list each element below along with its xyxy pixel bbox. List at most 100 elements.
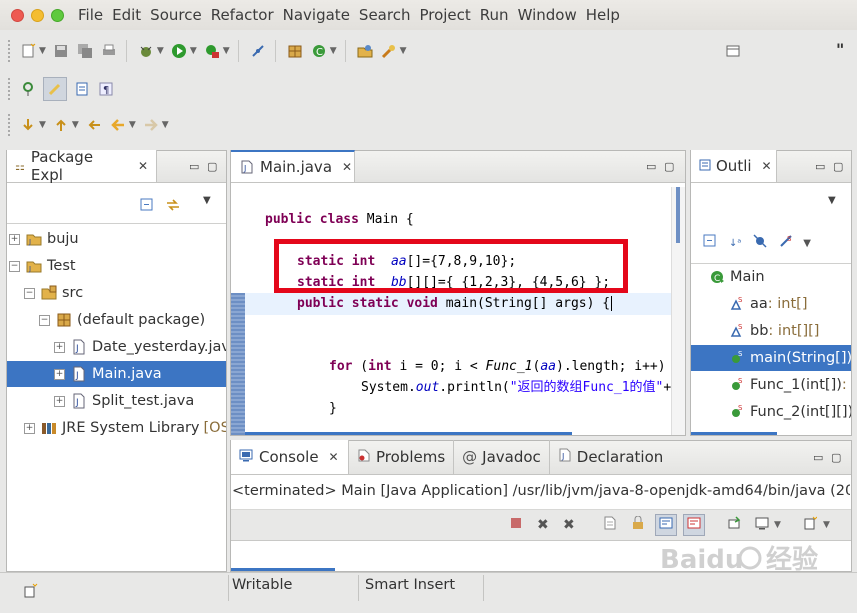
tree-item-jre-library[interactable]: + JRE System Library [OSG	[7, 415, 226, 441]
clear-console-icon[interactable]	[603, 516, 617, 534]
horizontal-scroll-indicator[interactable]	[691, 432, 777, 435]
display-selected-console-icon[interactable]	[755, 516, 769, 534]
close-icon[interactable]: ✕	[762, 159, 772, 173]
back-icon[interactable]	[109, 116, 127, 134]
open-perspective-icon[interactable]	[724, 42, 742, 60]
save-all-icon[interactable]	[76, 42, 94, 60]
maximize-icon[interactable]: ▢	[833, 160, 843, 173]
horizontal-scroll-indicator[interactable]	[231, 568, 335, 571]
debug-icon[interactable]	[137, 42, 155, 60]
outline-item-bb[interactable]: S bb : int[][]	[691, 318, 851, 344]
chevron-down-icon[interactable]: ▼	[190, 46, 197, 56]
tab-console[interactable]: Console ✕	[231, 440, 349, 474]
menu-run[interactable]: Run	[480, 6, 509, 24]
expand-icon[interactable]: +	[54, 395, 65, 407]
maximize-icon[interactable]: ▢	[207, 160, 217, 173]
minimize-icon[interactable]: ▭	[189, 160, 199, 173]
chevron-down-icon[interactable]: ▼	[823, 520, 830, 530]
word-wrap-icon[interactable]	[655, 514, 677, 536]
menu-source[interactable]: Source	[150, 6, 202, 24]
new-java-class-icon[interactable]: C	[310, 42, 328, 60]
chevron-down-icon[interactable]: ▼	[129, 120, 136, 130]
chevron-down-icon[interactable]: ▼	[157, 46, 164, 56]
external-tools-icon[interactable]	[203, 42, 221, 60]
last-edit-location-icon[interactable]	[85, 116, 103, 134]
minimize-icon[interactable]: ▭	[815, 160, 825, 173]
close-icon[interactable]: ✕	[329, 450, 339, 464]
save-icon[interactable]	[52, 42, 70, 60]
outline-item-func1[interactable]: S Func_1(int[]) :	[691, 372, 851, 398]
toggle-block-selection-icon[interactable]	[73, 80, 91, 98]
maximize-icon[interactable]: ▢	[664, 160, 674, 173]
new-icon[interactable]	[19, 42, 37, 60]
toggle-breadcrumb-icon[interactable]	[19, 80, 37, 98]
horizontal-scroll-indicator[interactable]	[245, 432, 572, 435]
tab-problems[interactable]: Problems	[349, 440, 455, 474]
show-console-on-output-icon[interactable]	[683, 514, 705, 536]
open-console-icon[interactable]	[803, 516, 818, 534]
menu-project[interactable]: Project	[419, 6, 470, 24]
close-icon[interactable]: ✕	[342, 160, 352, 174]
toolbar-grip[interactable]	[8, 40, 11, 62]
menu-navigate[interactable]: Navigate	[283, 6, 350, 24]
tab-javadoc[interactable]: @ Javadoc	[454, 440, 550, 474]
menu-search[interactable]: Search	[359, 6, 411, 24]
expand-icon[interactable]: +	[54, 368, 65, 380]
outline-item-aa[interactable]: S aa : int[]	[691, 291, 851, 317]
tree-item-date-yesterday[interactable]: + J Date_yesterday.jav	[7, 334, 226, 360]
code-editor[interactable]: public class Main { static int aa[]={7,8…	[265, 191, 671, 431]
minimize-window-button[interactable]	[31, 8, 44, 22]
maximize-icon[interactable]: ▢	[831, 451, 841, 464]
chevron-down-icon[interactable]: ▼	[803, 238, 811, 249]
tab-outline[interactable]: Outli ✕	[691, 150, 777, 182]
tab-main-java[interactable]: J Main.java ✕	[231, 150, 355, 182]
tree-item-src[interactable]: − src	[7, 280, 226, 306]
menu-refactor[interactable]: Refactor	[211, 6, 274, 24]
collapse-icon[interactable]: −	[24, 287, 35, 299]
skip-breakpoints-icon[interactable]	[249, 42, 267, 60]
forward-icon[interactable]	[142, 116, 160, 134]
new-fast-view-icon[interactable]	[22, 583, 38, 603]
more-toolbar-icon[interactable]: "	[836, 40, 844, 59]
pin-console-icon[interactable]	[727, 516, 741, 534]
remove-all-launches-icon[interactable]: ✖	[563, 517, 575, 533]
tree-item-default-package[interactable]: − (default package)	[7, 307, 226, 333]
toggle-mark-occurrences-icon[interactable]	[43, 77, 67, 101]
run-icon[interactable]	[170, 42, 188, 60]
remove-launch-icon[interactable]: ✖	[537, 517, 549, 533]
scrollbar-thumb[interactable]	[676, 187, 680, 243]
collapse-all-icon[interactable]	[703, 234, 717, 252]
tree-item-buju[interactable]: + J buju	[7, 226, 226, 252]
chevron-down-icon[interactable]: ▼	[330, 46, 337, 56]
editor-scrollbar[interactable]	[671, 187, 685, 435]
menu-edit[interactable]: Edit	[112, 6, 141, 24]
hide-static-icon[interactable]: S	[779, 234, 793, 252]
hide-fields-icon[interactable]	[753, 234, 767, 252]
terminate-icon[interactable]	[509, 516, 523, 534]
close-icon[interactable]: ✕	[138, 159, 148, 173]
tab-package-explorer[interactable]: ⚏ Package Expl ✕	[7, 148, 157, 184]
chevron-down-icon[interactable]: ▼	[39, 120, 46, 130]
print-icon[interactable]	[100, 42, 118, 60]
tab-declaration[interactable]: J Declaration	[550, 440, 671, 474]
tree-item-main-java[interactable]: + J Main.java	[7, 361, 226, 387]
sort-icon[interactable]: ↓ᵃ	[729, 238, 741, 249]
toolbar-grip[interactable]	[8, 114, 11, 136]
collapse-icon[interactable]: −	[9, 260, 20, 272]
chevron-down-icon[interactable]: ▼	[162, 120, 169, 130]
close-window-button[interactable]	[11, 8, 24, 22]
outline-item-func2[interactable]: S Func_2(int[][])	[691, 399, 851, 425]
view-menu-icon[interactable]: ▼	[203, 195, 211, 206]
new-java-package-icon[interactable]	[286, 42, 304, 60]
outline-item-main[interactable]: C Main	[691, 264, 851, 290]
expand-icon[interactable]: +	[54, 341, 65, 353]
collapse-icon[interactable]: −	[39, 314, 50, 326]
chevron-down-icon[interactable]: ▼	[223, 46, 230, 56]
menu-file[interactable]: File	[78, 6, 103, 24]
menu-help[interactable]: Help	[586, 6, 620, 24]
open-type-icon[interactable]	[356, 42, 374, 60]
collapse-all-icon[interactable]	[139, 197, 155, 217]
show-whitespace-icon[interactable]: ¶	[97, 80, 115, 98]
expand-icon[interactable]: +	[24, 422, 35, 434]
maximize-window-button[interactable]	[51, 8, 64, 22]
